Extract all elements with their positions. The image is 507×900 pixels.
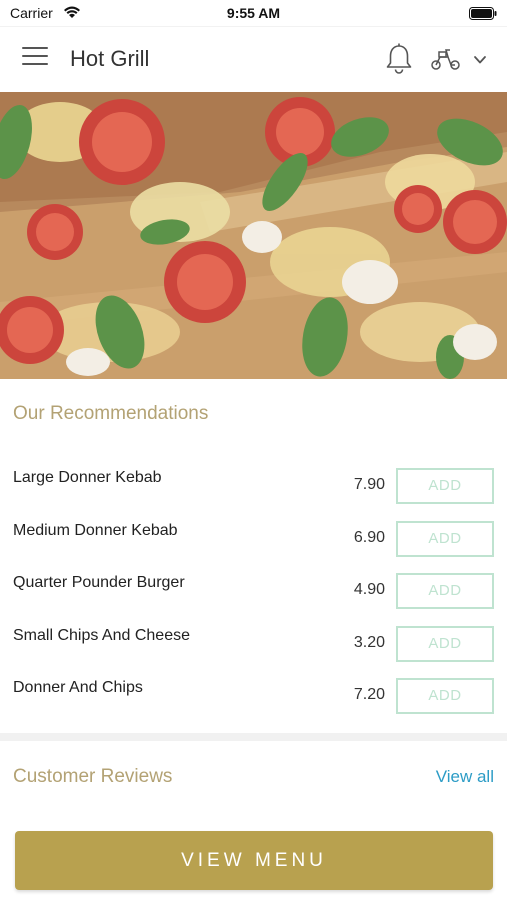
- list-item: Small Chips And Cheese 3.20 ADD: [0, 613, 507, 666]
- item-price: 7.90: [353, 476, 385, 493]
- item-price: 4.90: [353, 581, 385, 598]
- battery-icon: [469, 7, 497, 20]
- add-button[interactable]: ADD: [396, 520, 494, 557]
- item-price: 7.20: [353, 686, 385, 703]
- restaurant-title: Hot Grill: [70, 46, 150, 71]
- list-item: Large Donner Kebab 7.90 ADD: [0, 455, 507, 508]
- add-button[interactable]: ADD: [396, 625, 494, 662]
- item-name: Medium Donner Kebab: [13, 521, 178, 539]
- add-button[interactable]: ADD: [396, 573, 494, 609]
- recommendations-title: Our Recommendations: [13, 403, 209, 424]
- item-name: Donner And Chips: [13, 679, 143, 696]
- add-button[interactable]: ADD: [396, 468, 494, 504]
- view-menu-button[interactable]: VIEW MENU: [15, 831, 493, 890]
- item-price: 6.90: [353, 528, 385, 546]
- list-item: Donner And Chips 7.20 ADD: [0, 665, 507, 718]
- hamburger-menu-icon[interactable]: [22, 47, 48, 69]
- clock-time: 9:55 AM: [226, 5, 281, 21]
- list-item: Quarter Pounder Burger 4.90 ADD: [0, 560, 507, 613]
- item-price: 3.20: [353, 633, 385, 651]
- status-bar: Carrier 9:55 AM: [0, 0, 507, 26]
- add-button[interactable]: ADD: [396, 678, 494, 714]
- item-name: Small Chips And Cheese: [13, 626, 190, 644]
- scooter-icon[interactable]: [430, 47, 462, 71]
- item-name: Quarter Pounder Burger: [13, 574, 185, 591]
- item-name: Large Donner Kebab: [13, 469, 162, 486]
- list-item: Medium Donner Kebab 6.90 ADD: [0, 508, 507, 561]
- section-divider: [0, 733, 507, 741]
- app-header: Hot Grill: [0, 26, 507, 92]
- view-all-link[interactable]: View all: [436, 767, 494, 787]
- recommendations-list: Large Donner Kebab 7.90 ADD Medium Donne…: [0, 455, 507, 718]
- reviews-title: Customer Reviews: [13, 766, 173, 787]
- pizza-illustration: [0, 92, 507, 379]
- bell-icon[interactable]: [384, 43, 414, 75]
- chevron-down-icon[interactable]: [472, 54, 488, 66]
- hero-pizza-image: [0, 92, 507, 379]
